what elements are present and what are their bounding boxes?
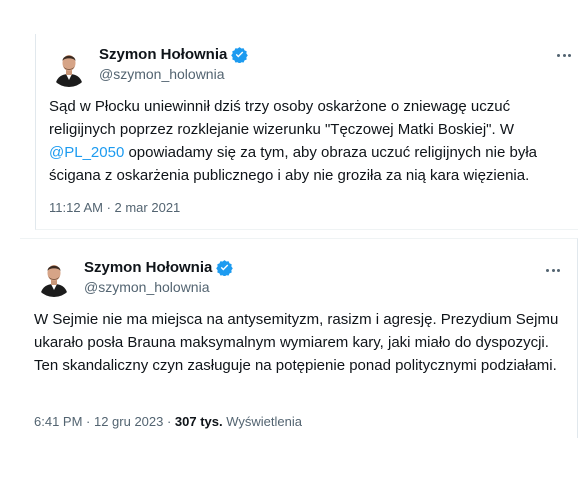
views-count: 307 tys. — [174, 414, 223, 429]
author-row[interactable]: Szymon Hołownia — [84, 259, 234, 276]
tweet-meta: 6:41 PM · 12 gru 2023 · 307 tys. Wyświet… — [34, 414, 302, 429]
avatar[interactable] — [34, 257, 74, 297]
verified-badge-icon — [216, 259, 234, 276]
author-handle[interactable]: @szymon_holownia — [84, 279, 210, 295]
tweet-text: W Sejmie nie ma miejsca na antysemityzm,… — [34, 311, 559, 374]
tweet-text-part: Sąd w Płocku uniewinnił dziś trzy osoby … — [49, 98, 514, 138]
mention-link[interactable]: @PL_2050 — [49, 144, 124, 161]
tweet-timestamp[interactable]: 11:12 AM · 2 mar 2021 — [49, 200, 180, 215]
tweet-card-2[interactable]: Szymon Hołownia @szymon_holownia W Sejmi… — [20, 238, 578, 438]
author-name[interactable]: Szymon Hołownia — [99, 46, 227, 63]
avatar[interactable] — [49, 47, 89, 87]
verified-badge-icon — [231, 46, 249, 63]
tweet-timestamp[interactable]: 6:41 PM · 12 gru 2023 · — [34, 414, 175, 429]
author-name[interactable]: Szymon Hołownia — [84, 259, 212, 276]
author-row[interactable]: Szymon Hołownia — [99, 46, 249, 63]
more-options-icon[interactable] — [546, 263, 560, 277]
more-options-icon[interactable] — [557, 48, 571, 62]
views-label: Wyświetlenia — [222, 414, 302, 429]
tweet-card-1[interactable]: Szymon Hołownia @szymon_holownia Sąd w P… — [35, 34, 578, 230]
author-handle[interactable]: @szymon_holownia — [99, 66, 225, 82]
tweet-text: Sąd w Płocku uniewinnił dziś trzy osoby … — [49, 95, 569, 187]
